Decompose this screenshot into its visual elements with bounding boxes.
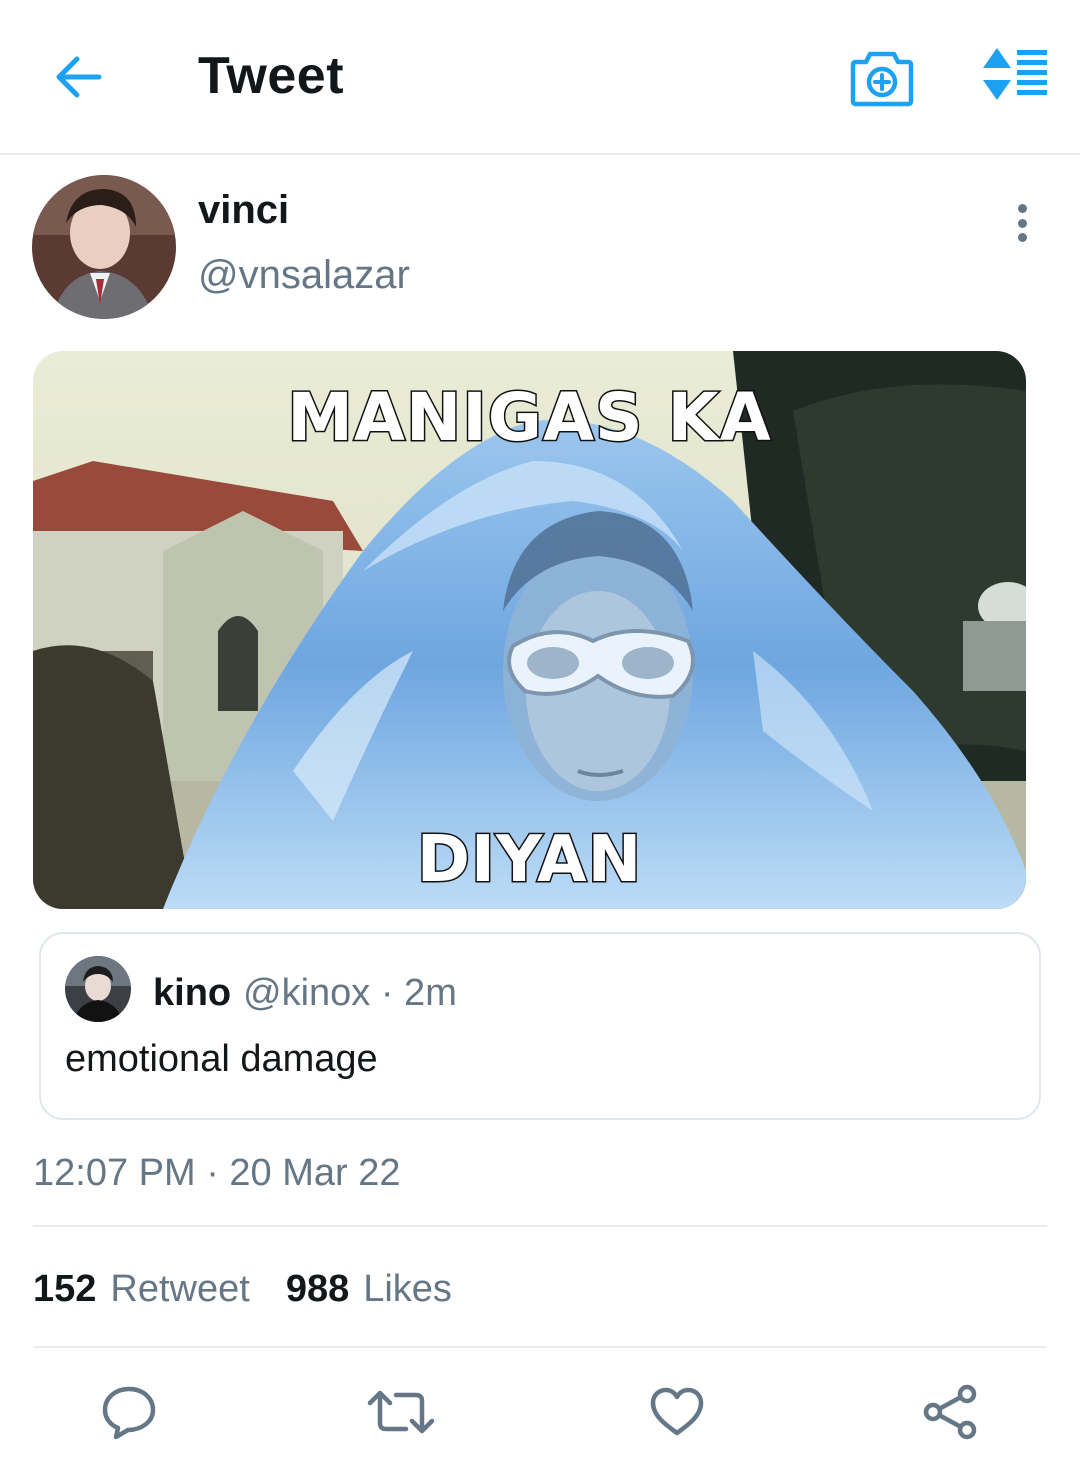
more-vertical-icon (1017, 204, 1027, 213)
tweet-timestamp: 12:07 PM · 20 Mar 22 (33, 1152, 401, 1194)
likes-stat[interactable]: 988 Likes (286, 1268, 452, 1311)
quoted-author-handle-time: @kinox · 2m (243, 972, 457, 1014)
like-icon (650, 1387, 704, 1436)
tweet-media-image[interactable]: MANIGAS KA DIYAN (33, 351, 1026, 909)
like-count: 988 (285, 1268, 350, 1310)
camera-button[interactable] (850, 46, 914, 108)
retweet-count: 152 (33, 1268, 97, 1310)
quoted-tweet-text: emotional damage (65, 1038, 378, 1080)
quoted-tweet[interactable]: kino @kinox · 2m emotional damage (39, 932, 1041, 1120)
retweet-button[interactable] (366, 1380, 436, 1444)
more-dot (1017, 233, 1027, 242)
author-name[interactable]: vinci (198, 188, 289, 233)
more-options-button[interactable] (1000, 198, 1044, 248)
author-avatar[interactable] (32, 175, 176, 319)
reply-icon (102, 1386, 156, 1439)
like-button[interactable] (642, 1380, 712, 1444)
arrow-left-icon (56, 56, 102, 98)
share-button[interactable] (916, 1380, 986, 1444)
meme-bottom-caption: DIYAN (415, 822, 643, 899)
tweet-stats: 152 Retweet 988 Likes (33, 1268, 452, 1311)
quoted-author-avatar (65, 956, 131, 1022)
camera-plus-icon (850, 51, 914, 107)
retweet-label: Retweet (110, 1268, 250, 1310)
meme-top-caption: MANIGAS KA (286, 378, 773, 458)
divider (33, 1346, 1047, 1348)
divider (33, 1225, 1047, 1227)
author-handle[interactable]: @vnsalazar (198, 253, 410, 298)
quoted-author-name: kino (153, 972, 232, 1014)
reply-button[interactable] (94, 1380, 164, 1444)
retweet-icon (367, 1390, 435, 1434)
more-dot (1017, 218, 1027, 228)
retweets-stat[interactable]: 152 Retweet (33, 1268, 250, 1311)
like-label: Likes (363, 1268, 452, 1310)
timeline-sort-button[interactable] (975, 46, 1051, 102)
share-icon (923, 1384, 977, 1440)
back-button[interactable] (48, 50, 108, 104)
sparkle-sort-icon (983, 48, 1047, 100)
page-title: Tweet (198, 47, 345, 105)
top-app-bar: Tweet (0, 0, 1080, 155)
